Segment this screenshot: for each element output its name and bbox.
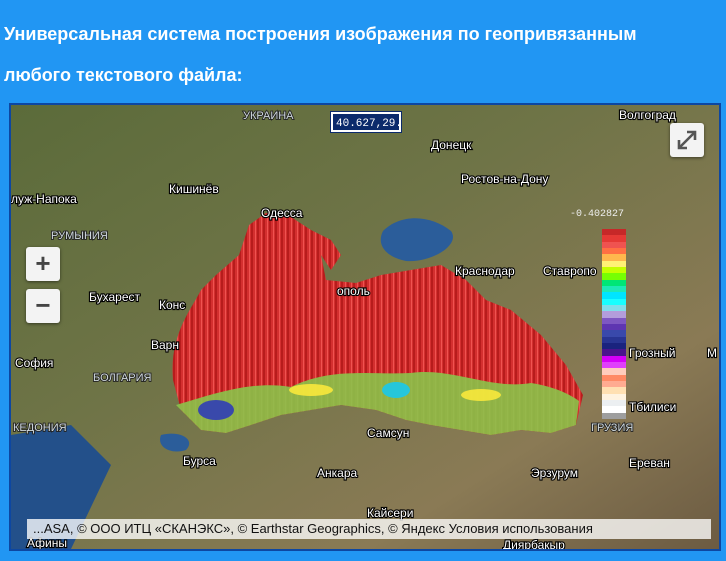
city-label-krasnodar: Краснодар [455,264,515,278]
city-label-erevan: Ереван [629,456,670,470]
country-label-ukraine: УКРАИНА [243,110,294,122]
city-label-bursa: Бурса [183,454,216,468]
city-label-donetsk: Донецк [431,138,472,152]
city-label-stavropol: Ставропо [543,264,597,278]
country-label-romania: РУМЫНИЯ [51,230,108,242]
coordinate-readout: 40.627,29.308 [330,111,402,133]
country-label-macedonia: КЕДОНИЯ [13,422,67,434]
legend-max-label: -0.402827 [570,209,625,220]
map-view[interactable]: УКРАИНА РУМЫНИЯ БОЛГАРИЯ КЕДОНИЯ ГРУЗИЯ … [9,103,721,551]
legend-swatches [602,229,626,419]
city-label-konst: Конс [159,298,185,312]
city-label-diyarbakir: Диярбакыр [503,538,565,549]
heatmap-blue-spot [198,400,234,420]
city-label-varna: Варн [151,338,179,352]
city-label-grozny: Грозный [629,346,676,360]
city-label-napoca: луж-Напока [11,192,77,206]
city-label-kayseri: Кайсери [367,506,413,520]
zoom-out-button[interactable]: − [26,289,60,323]
city-label-m: М [707,346,717,360]
heatmap-yellow-band [289,384,333,396]
color-legend: -0.402827 [570,209,626,419]
heatmap-cyan-spot [382,382,410,398]
country-label-bulgaria: БОЛГАРИЯ [93,372,152,384]
city-label-samsun: Самсун [367,426,409,440]
city-label-chisinau: Кишинёв [169,182,219,196]
city-label-odessa: Одесса [261,206,303,220]
legend-swatch [602,412,626,419]
city-label-sopol: ополь [337,284,370,298]
city-label-rostov: Ростов-на-Дону [461,172,548,186]
expand-arrows-icon [677,130,697,150]
city-label-erzurum: Эрзурум [531,466,578,480]
city-label-volgograd: Волгоград [619,108,676,122]
zoom-in-button[interactable]: + [26,247,60,281]
city-label-bucharest: Бухарест [89,290,140,304]
city-label-tbilisi: Тбилиси [629,400,676,414]
city-label-ankara: Анкара [317,466,357,480]
heatmap-yellow-band-east [461,389,501,401]
fullscreen-button[interactable] [670,123,704,157]
page-title: Универсальная система построения изображ… [4,24,637,85]
map-attribution[interactable]: ...ASA, © ООО ИТЦ «СКАНЭКС», © Earthstar… [27,519,711,539]
city-label-sofia: София [15,356,53,370]
country-label-georgia: ГРУЗИЯ [591,422,633,434]
